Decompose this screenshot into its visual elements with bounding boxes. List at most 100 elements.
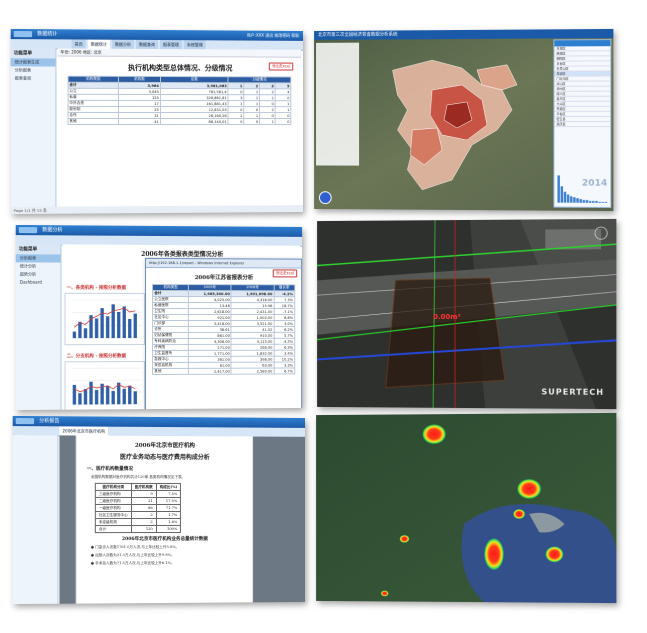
heatmap-satellite-map[interactable] xyxy=(316,412,617,604)
heat-spot[interactable] xyxy=(422,424,447,445)
tab-home[interactable]: 首页 xyxy=(71,39,86,49)
report-content: 年份: 2006 地区: 北京 执行机构类型总体情况、分级情况 导出Excel … xyxy=(57,48,302,206)
3d-road-scene[interactable] xyxy=(317,218,617,410)
histogram-bar xyxy=(563,191,567,203)
table-row: 其他 2,417.00 2,580.00 6.7% xyxy=(152,367,295,375)
tab-system[interactable]: 系统管理 xyxy=(183,40,206,50)
chart-bar xyxy=(94,318,99,339)
chart-bar xyxy=(72,384,77,405)
map-title: 北京市第三次全国经济普查数据分析系统 xyxy=(314,28,614,40)
table-cell: 2 xyxy=(131,511,157,519)
table-cell: 1 xyxy=(259,118,276,125)
chart-bar xyxy=(100,308,104,339)
section-heading: 2006年北京市医疗机构业务总量统计数据 xyxy=(121,536,208,543)
histogram-bar xyxy=(592,201,595,203)
sidebar-item-query[interactable]: 报表查询 xyxy=(11,74,56,82)
heat-spot[interactable] xyxy=(513,509,526,520)
tab-analysis[interactable]: 数据分析 xyxy=(111,39,135,49)
sidebar: 功能菜单 统计报表生成 分析报表 报表查询 xyxy=(10,48,57,215)
bullet-text: 门急诊人次数1761.0万人次,与上年比较上升5.8%。 xyxy=(95,544,180,550)
table-cell: 9 xyxy=(131,490,157,498)
table-row: 一级医疗机构 86 71.7% xyxy=(95,504,181,512)
zoom-control[interactable] xyxy=(318,191,332,205)
browser-address-bar[interactable]: http://192.168.1.1/report - Windows Inte… xyxy=(146,258,302,269)
histogram-bar xyxy=(570,196,573,203)
popup-table: 机构类型 2005年 2006年 增长率 合计 1,985,300.00 1,901… xyxy=(152,284,295,375)
sidebar-item-stats[interactable]: 统计分析 xyxy=(16,262,61,270)
sidebar-heading: 功能菜单 xyxy=(10,48,56,59)
excavation-volume[interactable] xyxy=(386,278,505,388)
table-cell: 100% xyxy=(156,525,181,533)
doc-subtitle: 医疗业务动态与医疗费用构成分析 xyxy=(119,453,210,462)
filter-toolbar[interactable]: 年份: 2006 地区: 北京 xyxy=(57,48,302,58)
histogram-bar xyxy=(560,186,564,203)
chart-bar xyxy=(106,316,110,339)
sidebar-item-analysis[interactable]: 分析报表 xyxy=(15,254,61,263)
doc-title: 2006年北京市医疗机构 xyxy=(134,442,195,450)
report-window-statistics: 数据统计 用户:XXX 退出 修改密码 帮助 首页 数据统计 数据分析 数据查询… xyxy=(10,28,304,215)
heatmap-window[interactable] xyxy=(316,412,617,604)
app-logo xyxy=(18,227,38,234)
sidebar xyxy=(12,435,59,605)
table-cell: 一级医疗机构 xyxy=(95,504,132,512)
chart-line xyxy=(74,385,135,392)
header-links[interactable]: 用户:XXX 退出 修改密码 帮助 xyxy=(247,31,299,41)
app-title: 分析报告 xyxy=(39,418,60,425)
layer-panel[interactable] xyxy=(316,42,360,166)
report-title: 执行机构类型总体情况、分级情况 xyxy=(128,62,233,73)
table-cell: 1.7% xyxy=(156,511,181,519)
export-excel-button[interactable]: 导出Excel xyxy=(273,269,298,278)
titlebar: 数据分析 xyxy=(15,224,303,237)
histogram-bar xyxy=(604,201,608,203)
column-header: 医疗机构数 xyxy=(131,483,157,491)
export-excel-button[interactable]: 导出Excel xyxy=(269,62,294,71)
doc-table: 医疗机构分类 医疗机构数 构成比(%) 三级医疗机构 9 7.5% 二级医疗机构 21 1… xyxy=(95,483,181,533)
bullet-item: ● 手术总人数为71.5万人次,与上年比较上升6.1%。 xyxy=(90,560,175,566)
document-page: 2006年北京市医疗机构 医疗业务动态与医疗费用构成分析 一、医疗机构数量情况 … xyxy=(75,435,254,604)
sidebar-item-generate[interactable]: 统计报表生成 xyxy=(10,58,56,67)
tab-query[interactable]: 数据查询 xyxy=(136,39,159,49)
app-title: 数据统计 xyxy=(37,31,58,38)
heat-spot[interactable] xyxy=(380,590,389,597)
heat-spot[interactable] xyxy=(517,478,542,499)
sidebar-item-dashboard[interactable]: Dashboard xyxy=(16,279,61,286)
district-list-item[interactable]: 延庆县 xyxy=(554,122,611,128)
app-logo xyxy=(13,30,33,38)
browser-popup-window[interactable]: http://192.168.1.1/report - Windows Inte… xyxy=(145,257,303,411)
heat-spot[interactable] xyxy=(483,538,505,571)
histogram-bar xyxy=(601,201,605,203)
table-cell: 0 xyxy=(275,118,291,125)
bar-line-chart-2 xyxy=(64,361,146,411)
column-header: 构成比(%) xyxy=(156,483,181,491)
heat-spot[interactable] xyxy=(545,546,564,563)
table-cell: 三级医疗机构 xyxy=(95,490,132,498)
chart-bar xyxy=(89,381,93,405)
table-cell: 0 xyxy=(243,118,260,125)
sidebar-item-analysis[interactable]: 分析报表 xyxy=(11,66,56,74)
table-cell: 2 xyxy=(131,518,157,526)
tab-statistics[interactable]: 数据统计 xyxy=(87,39,110,49)
histogram-bar xyxy=(588,200,592,203)
table-cell: 合计 xyxy=(95,525,132,533)
map-window: 北京市第三次全国经济普查数据分析系统 东城区 西城区 朝阳区 丰台区 石景山区 海淀区 门头… xyxy=(314,28,614,212)
chart-bar xyxy=(117,311,121,339)
bullet-text: 出院人次数为31.3万人次,与上年比较上升9.8%。 xyxy=(95,552,175,558)
table-cell: 21 xyxy=(131,497,157,505)
table-cell: 120 xyxy=(131,525,157,533)
sidebar-heading: 功能菜单 xyxy=(15,244,61,255)
chart-bar xyxy=(133,312,137,338)
chart-bar xyxy=(127,318,132,338)
table-cell: 未定级机构 xyxy=(95,518,132,526)
table-row: 其他 41 88,140,01 0 0 1 0 xyxy=(67,118,291,125)
tab-reports[interactable]: 报表管理 xyxy=(159,40,182,50)
tab-document[interactable]: 2006年北京市医疗机构 xyxy=(59,426,109,436)
section-title: 一、各类机构 - 按照分析数据 xyxy=(66,285,126,291)
table-cell: 其他 xyxy=(152,368,189,375)
heat-spot[interactable] xyxy=(399,534,410,543)
chart-bar xyxy=(94,389,99,405)
bullet-text: 手术总人数为71.5万人次,与上年比较上升6.1%。 xyxy=(95,560,175,566)
table-cell: 88,140,01 xyxy=(160,118,229,125)
sidebar-item-trend[interactable]: 趋势分析 xyxy=(16,270,61,278)
bullet-item: ● 出院人次数为31.3万人次,与上年比较上升9.8%。 xyxy=(90,552,175,558)
3d-scene-window[interactable]: 0.00m² SUPERTECH xyxy=(317,218,617,410)
